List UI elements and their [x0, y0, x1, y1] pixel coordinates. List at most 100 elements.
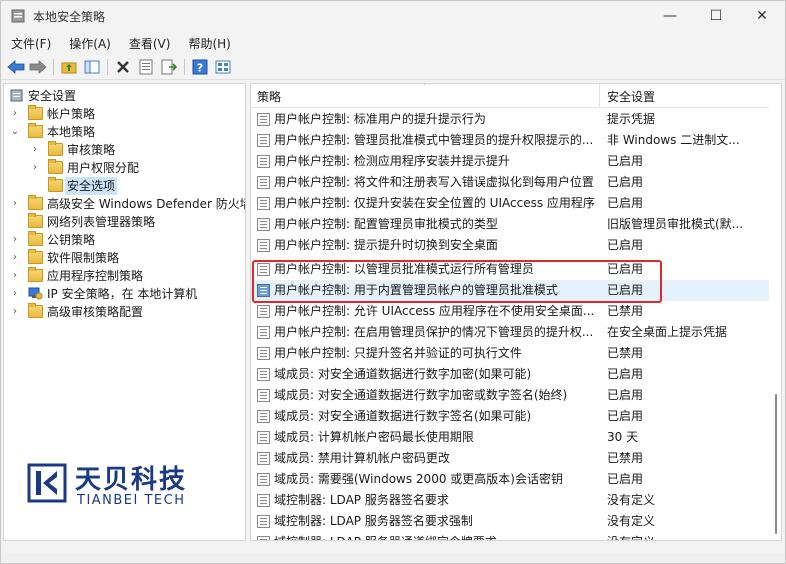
policy-name: 域控制器: LDAP 服务器签名要求强制	[274, 514, 473, 528]
table-row[interactable]: 用户帐户控制: 以管理员批准模式运行所有管理员 已启用	[251, 259, 769, 280]
column-header-policy[interactable]: ^ 策略	[251, 84, 600, 108]
table-row[interactable]: 域成员: 计算机帐户密码最长使用期限 30 天	[251, 427, 769, 448]
menu-file[interactable]: 文件(F)	[1, 32, 59, 53]
up-folder-icon[interactable]	[59, 57, 79, 77]
app-window: 本地安全策略 — ☐ ✕ 文件(F) 操作(A) 查看(V) 帮助(H) ? 安…	[0, 0, 786, 564]
vertical-scrollbar[interactable]	[770, 84, 781, 540]
table-row[interactable]: 域成员: 对安全通道数据进行数字签名(如果可能) 已启用	[251, 406, 769, 427]
tree-item-software-restriction[interactable]: › 软件限制策略	[4, 249, 245, 267]
chevron-right-icon[interactable]: ›	[10, 303, 20, 321]
menu-help[interactable]: 帮助(H)	[178, 32, 238, 53]
policy-icon	[257, 389, 270, 402]
policy-icon	[257, 218, 270, 231]
policy-name: 用户帐户控制: 仅提升安装在安全位置的 UIAccess 应用程序	[274, 196, 595, 210]
policy-list: ^ 策略 安全设置 用户帐户控制: 标准用户的提升提示行为 提示凭据 用户帐户控…	[250, 83, 782, 541]
tree-item-security-options[interactable]: 安全选项	[4, 177, 245, 195]
table-row[interactable]: 域控制器: LDAP 服务器通道绑定令牌要求 没有定义	[251, 532, 769, 540]
folder-icon	[28, 231, 43, 246]
table-row[interactable]: 域成员: 对安全通道数据进行数字加密(如果可能) 已启用	[251, 364, 769, 385]
policy-icon	[257, 134, 270, 147]
chevron-right-icon[interactable]: ›	[10, 249, 20, 267]
delete-icon[interactable]	[113, 57, 133, 77]
chevron-right-icon[interactable]: ›	[10, 267, 20, 285]
policy-name: 域成员: 需要强(Windows 2000 或更高版本)会话密钥	[274, 472, 563, 486]
table-row[interactable]: 域成员: 禁用计算机帐户密码更改 已禁用	[251, 448, 769, 469]
tree-item-user-rights[interactable]: › 用户权限分配	[4, 159, 245, 177]
table-row[interactable]: 域成员: 需要强(Windows 2000 或更高版本)会话密钥 已启用	[251, 469, 769, 490]
chevron-right-icon[interactable]: ›	[10, 195, 20, 213]
scrollbar-thumb[interactable]	[775, 394, 777, 534]
policy-setting: 已启用	[607, 388, 644, 402]
chevron-right-icon[interactable]: ›	[10, 231, 20, 249]
table-row[interactable]: 用户帐户控制: 提示提升时切换到安全桌面 已启用	[251, 235, 769, 256]
tree-item-network-list[interactable]: 网络列表管理器策略	[4, 213, 245, 231]
view-options-icon[interactable]	[213, 57, 233, 77]
left-horizontal-scrollbar[interactable]	[3, 541, 246, 553]
policy-name: 用户帐户控制: 检测应用程序安装并提示提升	[274, 154, 510, 168]
policy-setting: 提示凭据	[607, 112, 656, 126]
policy-setting: 已启用	[607, 262, 644, 276]
tree-item-app-control[interactable]: › 应用程序控制策略	[4, 267, 245, 285]
policy-setting: 没有定义	[607, 493, 656, 507]
logo-name: 天贝科技	[75, 465, 188, 495]
policy-icon	[257, 473, 270, 486]
tree-item-account-policies[interactable]: › 帐户策略	[4, 105, 245, 123]
policy-name: 用户帐户控制: 只提升签名并验证的可执行文件	[274, 346, 522, 360]
table-row[interactable]: 用户帐户控制: 仅提升安装在安全位置的 UIAccess 应用程序 已启用	[251, 193, 769, 214]
toolbar-separator	[53, 59, 54, 75]
properties-icon[interactable]	[136, 57, 156, 77]
help-icon[interactable]: ?	[190, 57, 210, 77]
policy-setting: 已启用	[607, 175, 644, 189]
table-row[interactable]: 用户帐户控制: 检测应用程序安装并提示提升 已启用	[251, 151, 769, 172]
table-row[interactable]: 用户帐户控制: 只提升签名并验证的可执行文件 已禁用	[251, 343, 769, 364]
policy-setting: 没有定义	[607, 514, 656, 528]
tree-item-security-settings[interactable]: 安全设置	[4, 87, 245, 105]
menu-view[interactable]: 查看(V)	[119, 32, 179, 53]
tree-item-defender-firewall[interactable]: › 高级安全 Windows Defender 防火墙	[4, 195, 245, 213]
security-settings-icon	[10, 89, 23, 102]
show-tree-icon[interactable]	[82, 57, 102, 77]
tree-item-label: 用户权限分配	[67, 161, 140, 175]
table-row[interactable]: 用户帐户控制: 标准用户的提升提示行为 提示凭据	[251, 109, 769, 130]
chevron-down-icon[interactable]: ⌄	[10, 123, 20, 141]
policy-setting: 非 Windows 二进制文...	[607, 133, 740, 147]
folder-icon	[28, 105, 43, 120]
table-row[interactable]: 域控制器: LDAP 服务器签名要求强制 没有定义	[251, 511, 769, 532]
table-row[interactable]: 用户帐户控制: 配置管理员审批模式的类型 旧版管理员审批模式(默...	[251, 214, 769, 235]
table-row[interactable]: 域控制器: LDAP 服务器签名要求 没有定义	[251, 490, 769, 511]
table-row[interactable]: 用户帐户控制: 管理员批准模式中管理员的提升权限提示的... 非 Windows…	[251, 130, 769, 151]
tree-item-label: 审核策略	[67, 143, 116, 157]
forward-arrow-icon[interactable]	[28, 57, 48, 77]
tree-item-ip-security[interactable]: › IP 安全策略，在 本地计算机	[4, 285, 245, 303]
tree-item-label: 安全选项	[65, 177, 118, 195]
chevron-right-icon[interactable]: ›	[30, 159, 40, 177]
table-row[interactable]: 用户帐户控制: 将文件和注册表写入错误虚拟化到每用户位置 已启用	[251, 172, 769, 193]
ip-security-icon	[28, 287, 43, 300]
policy-setting: 已启用	[607, 238, 644, 252]
menu-action[interactable]: 操作(A)	[59, 32, 119, 53]
policy-name: 用户帐户控制: 用于内置管理员帐户的管理员批准模式	[274, 283, 558, 297]
back-arrow-icon[interactable]	[6, 57, 26, 77]
column-header-label: 安全设置	[607, 90, 656, 104]
table-row[interactable]: 用户帐户控制: 允许 UIAccess 应用程序在不使用安全桌面... 已禁用	[251, 301, 769, 322]
export-list-icon[interactable]	[159, 57, 179, 77]
table-row[interactable]: 域成员: 对安全通道数据进行数字加密或数字签名(始终) 已启用	[251, 385, 769, 406]
folder-icon	[28, 249, 43, 264]
table-row[interactable]: 用户帐户控制: 在启用管理员保护的情况下管理员的提升权... 在安全桌面上提示凭…	[251, 322, 769, 343]
close-button[interactable]: ✕	[739, 1, 785, 31]
right-horizontal-scrollbar[interactable]	[250, 541, 782, 553]
chevron-right-icon[interactable]: ›	[10, 105, 20, 123]
tree-item-local-policies[interactable]: ⌄ 本地策略	[4, 123, 245, 141]
table-row-selected[interactable]: 用户帐户控制: 用于内置管理员帐户的管理员批准模式 已启用	[251, 280, 769, 301]
tree-item-audit-policy[interactable]: › 审核策略	[4, 141, 245, 159]
policy-name: 用户帐户控制: 提示提升时切换到安全桌面	[274, 238, 498, 252]
minimize-button[interactable]: —	[647, 1, 693, 31]
column-header-setting[interactable]: 安全设置	[601, 84, 769, 108]
chevron-right-icon[interactable]: ›	[30, 141, 40, 159]
tree-item-advanced-audit[interactable]: › 高级审核策略配置	[4, 303, 245, 321]
maximize-button[interactable]: ☐	[693, 1, 739, 31]
tree-item-public-key[interactable]: › 公钥策略	[4, 231, 245, 249]
policy-setting: 已启用	[607, 283, 644, 297]
policy-name: 用户帐户控制: 将文件和注册表写入错误虚拟化到每用户位置	[274, 175, 594, 189]
chevron-right-icon[interactable]: ›	[10, 285, 20, 303]
